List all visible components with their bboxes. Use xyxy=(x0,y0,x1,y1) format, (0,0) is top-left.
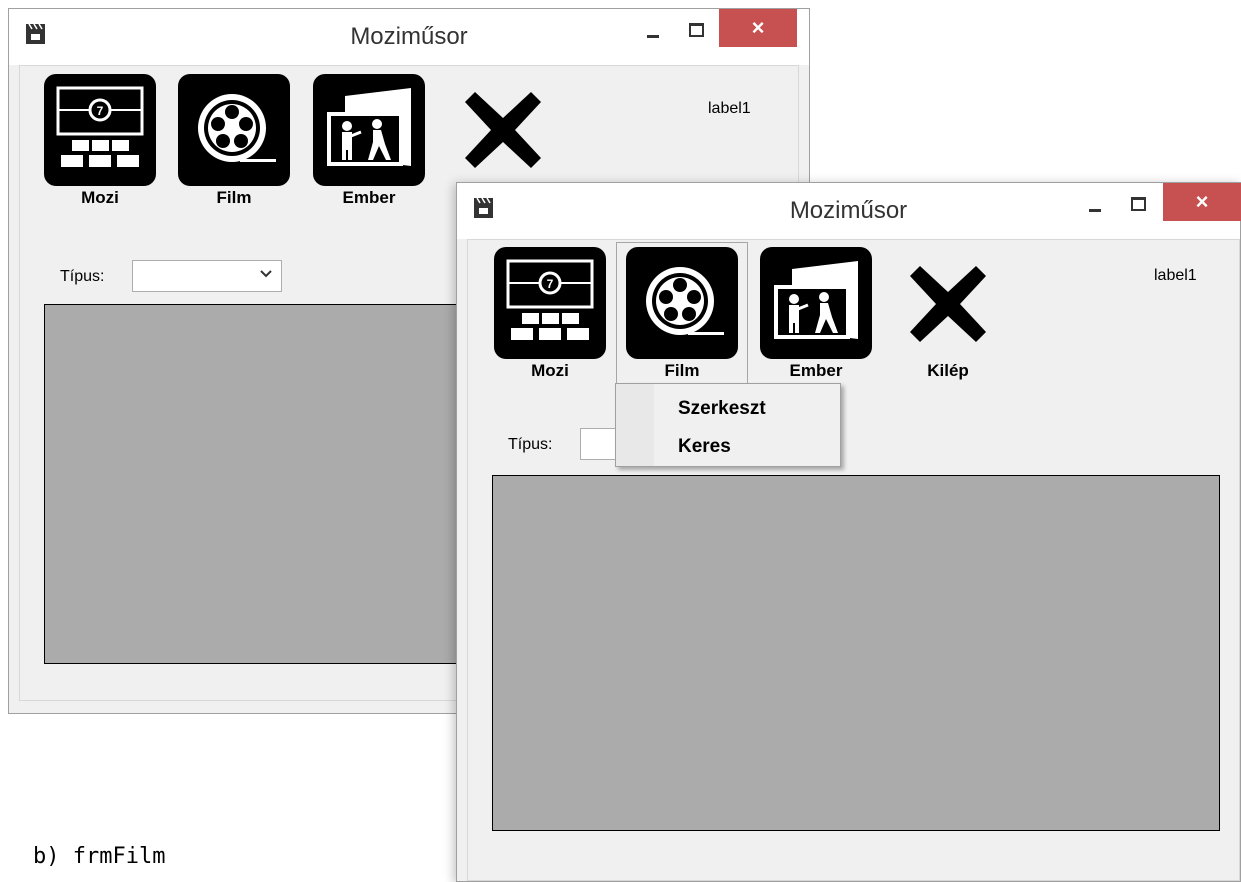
client-area: 7 Mozi Film xyxy=(467,239,1240,881)
menu-gutter xyxy=(616,384,654,466)
label1: label1 xyxy=(1154,267,1197,284)
cinema-screen-icon: 7 xyxy=(56,86,144,167)
minimize-icon[interactable] xyxy=(1085,195,1107,217)
kilep-label: Kilép xyxy=(927,361,969,380)
chevron-down-icon xyxy=(260,270,272,278)
film-label: Film xyxy=(216,188,252,207)
mozi-label: Mozi xyxy=(531,361,569,380)
tipus-combobox[interactable] xyxy=(132,260,282,292)
ember-label: Ember xyxy=(342,188,396,207)
title-bar[interactable]: Moziműsor × xyxy=(9,9,809,65)
title-bar[interactable]: Moziműsor × xyxy=(457,183,1241,239)
mozi-button[interactable]: 7 xyxy=(494,247,606,359)
exit-x-icon[interactable] xyxy=(906,262,990,346)
tipus-label: Típus: xyxy=(508,436,553,453)
svg-text:7: 7 xyxy=(97,104,104,118)
maximize-icon[interactable] xyxy=(1127,193,1149,215)
close-button[interactable]: × xyxy=(719,9,797,47)
label1: label1 xyxy=(708,100,751,117)
menu-item-keres[interactable]: Keres xyxy=(678,436,731,458)
mozi-button[interactable]: 7 xyxy=(44,74,156,186)
film-button[interactable] xyxy=(178,74,290,186)
cinema-screen-icon: 7 xyxy=(506,259,594,340)
tipus-label: Típus: xyxy=(60,268,105,285)
menu-item-szerkeszt[interactable]: Szerkeszt xyxy=(678,398,766,420)
main-window-front: Moziműsor × 7 Mozi Film Ember Kilép labe… xyxy=(456,182,1241,882)
close-button[interactable]: × xyxy=(1163,183,1241,221)
exit-x-icon[interactable] xyxy=(461,88,545,172)
svg-text:7: 7 xyxy=(547,277,554,291)
film-dropdown-menu: Szerkeszt Keres xyxy=(615,383,841,467)
film-reel-icon xyxy=(198,94,276,162)
caption-text: b) frmFilm xyxy=(33,844,166,869)
people-screen-icon xyxy=(774,261,858,339)
maximize-icon[interactable] xyxy=(685,19,707,41)
minimize-icon[interactable] xyxy=(643,21,665,43)
content-panel xyxy=(492,475,1220,831)
people-screen-icon xyxy=(327,88,411,166)
ember-label: Ember xyxy=(789,361,843,380)
mozi-label: Mozi xyxy=(81,188,119,207)
window-title: Moziműsor xyxy=(789,197,908,224)
film-button[interactable] xyxy=(626,247,738,359)
film-label: Film xyxy=(664,361,700,380)
ember-button[interactable] xyxy=(313,74,425,186)
ember-button[interactable] xyxy=(760,247,872,359)
film-reel-icon xyxy=(646,267,724,335)
